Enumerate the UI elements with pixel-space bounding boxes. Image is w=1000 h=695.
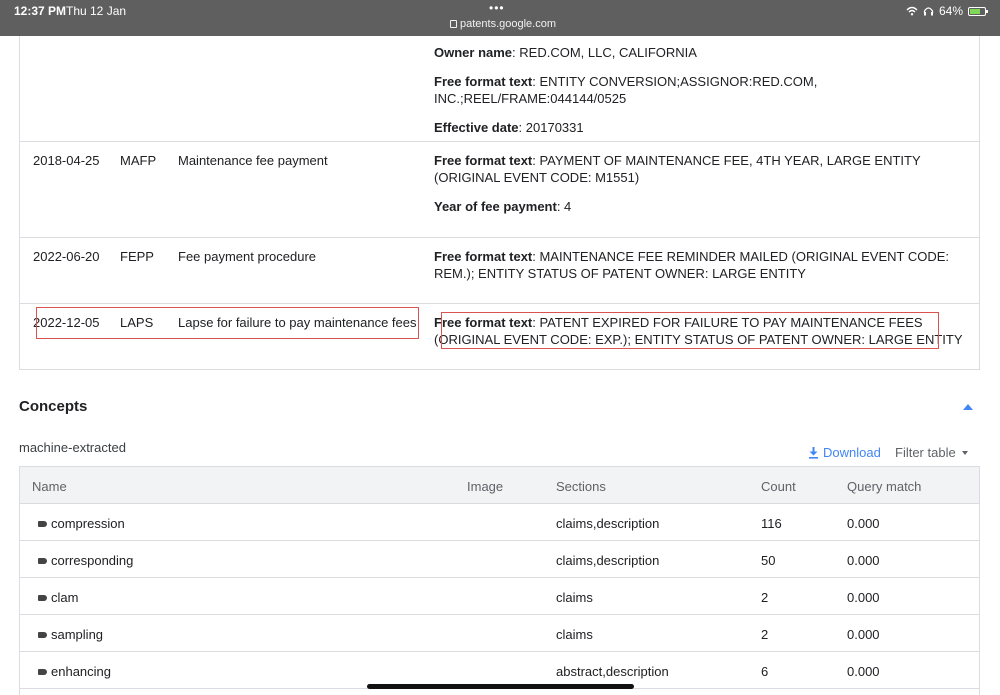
concept-query-match: 0.000: [847, 516, 880, 531]
event-date: 2018-04-25: [33, 153, 100, 168]
concept-name[interactable]: compression: [51, 516, 125, 531]
column-header-name[interactable]: Name: [32, 479, 67, 494]
concept-sections: abstract,description: [556, 664, 669, 679]
table-row[interactable]: corresponding claims,description 50 0.00…: [20, 541, 979, 578]
event-description: Free format text: MAINTENANCE FEE REMIND…: [434, 248, 964, 294]
date: Thu 12 Jan: [66, 4, 127, 18]
event-code: FEPP: [120, 249, 154, 264]
concept-sections: claims,description: [556, 553, 660, 568]
collapse-up-icon[interactable]: [963, 404, 973, 410]
event-row: 2022-06-20 FEPP Fee payment procedure Fr…: [20, 238, 979, 304]
machine-extracted-label: machine-extracted: [19, 440, 126, 455]
event-description: Free format text: PAYMENT OF MAINTENANCE…: [434, 152, 964, 227]
address-bar[interactable]: patents.google.com: [450, 18, 556, 30]
event-title: Maintenance fee payment: [178, 153, 328, 168]
concept-query-match: 0.000: [847, 553, 880, 568]
concept-query-match: 0.000: [847, 664, 880, 679]
system-icons: 64%: [906, 4, 988, 18]
table-header: Name Image Sections Count Query match: [20, 467, 979, 504]
owner-name-field: Owner name: RED.COM, LLC, CALIFORNIA: [434, 45, 697, 60]
more-dots-icon[interactable]: •••: [489, 1, 505, 15]
concept-count: 50: [761, 553, 776, 568]
status-bar: 12:37 PM Thu 12 Jan ••• patents.google.c…: [0, 0, 1000, 36]
lock-icon: [450, 20, 457, 28]
effective-date-field: Effective date: 20170331: [434, 120, 584, 135]
concept-sections: claims: [556, 590, 593, 605]
table-row[interactable]: compression claims,description 116 0.000: [20, 504, 979, 541]
chevron-down-icon: [961, 450, 968, 455]
tag-icon: [38, 558, 47, 564]
concept-sections: claims: [556, 627, 593, 642]
highlight-box-left: [36, 307, 419, 339]
download-icon: [809, 446, 818, 459]
concept-name[interactable]: clam: [51, 590, 78, 605]
tag-icon: [38, 595, 47, 601]
column-header-query-match[interactable]: Query match: [847, 479, 921, 494]
event-row-continued: Owner name: RED.COM, LLC, CALIFORNIA Fre…: [20, 36, 979, 142]
clock: 12:37 PM: [14, 4, 67, 18]
download-button[interactable]: Download: [808, 445, 881, 460]
concepts-table: Name Image Sections Count Query match co…: [19, 466, 980, 695]
url-text: patents.google.com: [460, 18, 557, 30]
tag-icon: [38, 521, 47, 527]
column-header-count[interactable]: Count: [761, 479, 796, 494]
tag-icon: [38, 632, 47, 638]
concept-name[interactable]: sampling: [51, 627, 103, 642]
home-indicator[interactable]: [367, 684, 634, 689]
concept-name[interactable]: corresponding: [51, 553, 133, 568]
event-title: Fee payment procedure: [178, 249, 317, 264]
event-code: MAFP: [120, 153, 157, 168]
download-label: Download: [823, 445, 881, 460]
concept-count: 2: [761, 590, 769, 605]
free-format-text-field: Free format text: ENTITY CONVERSION;ASSI…: [434, 74, 818, 106]
free-format-text-field: Free format text: MAINTENANCE FEE REMIND…: [434, 249, 950, 281]
highlight-box-right: [441, 312, 939, 349]
free-format-text-field: Free format text: PAYMENT OF MAINTENANCE…: [434, 153, 921, 185]
event-date: 2022-06-20: [33, 249, 100, 264]
headphones-icon: [923, 7, 934, 16]
wifi-icon: [906, 6, 918, 16]
event-description: Owner name: RED.COM, LLC, CALIFORNIA Fre…: [434, 44, 964, 148]
concept-count: 2: [761, 627, 769, 642]
table-row[interactable]: sampling claims 2 0.000: [20, 615, 979, 652]
filter-table-label: Filter table: [895, 445, 956, 460]
concept-sections: claims,description: [556, 516, 660, 531]
battery-icon: [968, 6, 988, 16]
event-row: 2018-04-25 MAFP Maintenance fee payment …: [20, 142, 979, 238]
battery-percent: 64%: [938, 4, 963, 18]
year-of-fee-payment-field: Year of fee payment: 4: [434, 199, 572, 214]
concept-count: 6: [761, 664, 769, 679]
column-header-image[interactable]: Image: [467, 479, 503, 494]
concept-query-match: 0.000: [847, 627, 880, 642]
concepts-heading: Concepts: [19, 398, 88, 415]
concept-count: 116: [761, 516, 782, 531]
table-row[interactable]: clam claims 2 0.000: [20, 578, 979, 615]
concept-query-match: 0.000: [847, 590, 880, 605]
filter-table-dropdown[interactable]: Filter table: [895, 445, 968, 460]
tag-icon: [38, 669, 47, 675]
concept-name[interactable]: enhancing: [51, 664, 111, 679]
column-header-sections[interactable]: Sections: [556, 479, 606, 494]
